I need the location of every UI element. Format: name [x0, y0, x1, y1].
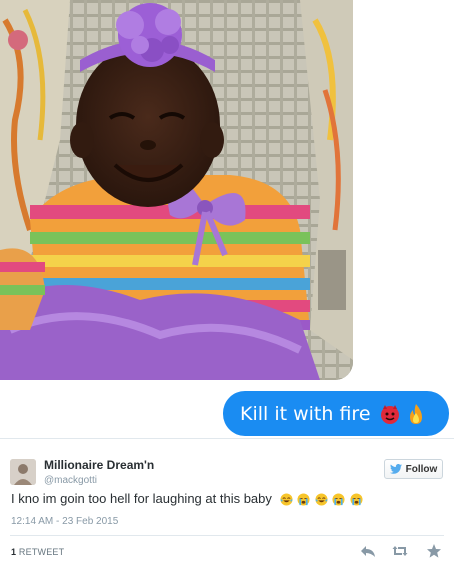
divider [10, 535, 444, 536]
sob-emoji-icon [297, 493, 310, 506]
joy-emoji-icon [279, 493, 293, 506]
favorite-star-icon[interactable] [426, 543, 442, 559]
reply-icon[interactable] [360, 543, 376, 559]
avatar[interactable] [10, 459, 36, 485]
avatar-image [10, 459, 36, 485]
tweet-card: Millionaire Dream'n @mackgotti Follow I … [0, 438, 454, 571]
retweet-count[interactable]: 1 RETWEET [11, 547, 64, 557]
tweet-emoji-row [279, 493, 365, 509]
retweet-count-number: 1 [11, 547, 17, 557]
sent-message-bubble: Kill it with fire [223, 391, 449, 436]
devil-emoji-icon [380, 404, 399, 424]
follow-label: Follow [405, 463, 438, 475]
tweet-text: I kno im goin too hell for laughing at t… [11, 491, 272, 506]
follow-button[interactable]: Follow [384, 459, 443, 479]
retweet-count-label: RETWEET [18, 547, 65, 557]
sob-emoji-icon [350, 493, 363, 506]
twitter-bird-icon [389, 464, 402, 474]
display-name[interactable]: Millionaire Dream'n [44, 458, 154, 472]
tweet-text-row: I kno im goin too hell for laughing at t… [11, 491, 451, 509]
tweet-timestamp[interactable]: 12:14 AM - 23 Feb 2015 [11, 516, 118, 527]
photo-attachment [0, 0, 353, 380]
sent-message-text: Kill it with fire [240, 402, 371, 425]
user-handle[interactable]: @mackgotti [44, 475, 97, 486]
sob-emoji-icon [332, 493, 345, 506]
joy-emoji-icon [315, 493, 328, 506]
baby-photo [0, 0, 353, 380]
tweet-actions [360, 543, 444, 559]
message-screenshot: Kill it with fire [0, 0, 454, 438]
retweet-icon[interactable] [392, 543, 408, 559]
fire-emoji-icon [409, 403, 422, 424]
